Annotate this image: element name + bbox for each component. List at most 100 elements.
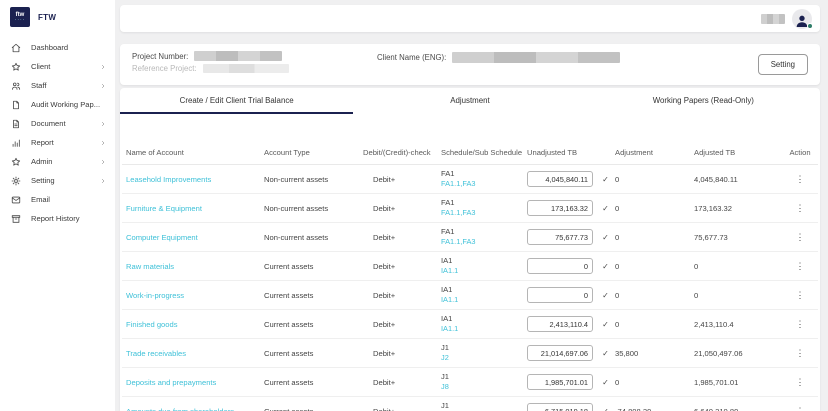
sub-schedule-link[interactable]: IA1.1	[441, 324, 458, 333]
unadjusted-tb-input[interactable]	[527, 316, 593, 332]
sub-schedule-link[interactable]: J8	[441, 382, 449, 391]
sidebar-item-staff[interactable]: Staff	[0, 76, 115, 95]
adjustment-cell: 0	[611, 252, 690, 281]
account-name-link[interactable]: Amounts due from shareholders	[126, 407, 234, 411]
sidebar-item-label: Audit Working Pap...	[31, 100, 100, 109]
adjusted-tb-cell: 173,163.32	[690, 194, 780, 223]
check-icon: ✓	[602, 262, 609, 271]
account-name-link[interactable]: Computer Equipment	[126, 233, 198, 242]
sub-schedule-link[interactable]: IA1.1	[441, 295, 458, 304]
account-type-cell: Current assets	[260, 252, 359, 281]
account-name-link[interactable]: Finished goods	[126, 320, 178, 329]
account-name-link[interactable]: Furniture & Equipment	[126, 204, 202, 213]
sidebar-item-label: Document	[31, 119, 66, 128]
account-name-link[interactable]: Leasehold Improvements	[126, 175, 211, 184]
table-row: Leasehold Improvements Non-current asset…	[122, 165, 818, 194]
sidebar-item-audit-working-pap[interactable]: Audit Working Pap...	[0, 95, 115, 114]
unadjusted-tb-cell: ✓	[523, 281, 611, 310]
account-name-link[interactable]: Trade receivables	[126, 349, 186, 358]
unadjusted-tb-input[interactable]	[527, 171, 593, 187]
table-row: Computer Equipment Non-current assets De…	[122, 223, 818, 252]
adjustment-cell: 0	[611, 194, 690, 223]
schedule-label: IA1	[441, 314, 521, 324]
row-actions-button[interactable]: ⋮	[790, 290, 811, 301]
adjusted-tb-cell: 0	[690, 281, 780, 310]
schedule-label: IA1	[441, 256, 521, 266]
logo-dots: ····	[15, 18, 26, 22]
row-actions-button[interactable]: ⋮	[790, 232, 811, 243]
account-name-link[interactable]: Raw materials	[126, 262, 174, 271]
sidebar-item-label: Staff	[31, 81, 46, 90]
unadjusted-tb-input[interactable]	[527, 374, 593, 390]
row-actions-button[interactable]: ⋮	[790, 203, 811, 214]
debit-credit-cell: Debit+	[359, 368, 437, 397]
sidebar-item-label: Report	[31, 138, 54, 147]
row-actions-button[interactable]: ⋮	[790, 348, 811, 359]
account-type-cell: Non-current assets	[260, 194, 359, 223]
sub-schedule-link[interactable]: J2	[441, 353, 449, 362]
debit-credit-cell: Debit+	[359, 223, 437, 252]
redacted-project-number	[194, 51, 282, 61]
schedule-cell: FA1 FA1.1,FA3	[437, 165, 523, 194]
row-actions-button[interactable]: ⋮	[790, 406, 811, 411]
unadjusted-tb-input[interactable]	[527, 345, 593, 361]
sub-schedule-link[interactable]: FA1.1,FA3	[441, 237, 476, 246]
unadjusted-tb-input[interactable]	[527, 287, 593, 303]
user-avatar[interactable]	[792, 9, 812, 29]
sidebar-item-document[interactable]: Document	[0, 114, 115, 133]
sub-schedule-link[interactable]: FA1.1,FA3	[441, 208, 476, 217]
account-type-cell: Non-current assets	[260, 223, 359, 252]
unadjusted-tb-cell: ✓	[523, 368, 611, 397]
schedule-cell: IA1 IA1.1	[437, 252, 523, 281]
col-unadjusted-tb: Unadjusted TB	[523, 142, 611, 165]
sub-schedule-link[interactable]: IA1.1	[441, 266, 458, 275]
tab-adjustment[interactable]: Adjustment	[353, 88, 586, 114]
redacted-client-name	[452, 52, 620, 63]
check-icon: ✓	[602, 378, 609, 387]
tab-working-papers[interactable]: Working Papers (Read-Only)	[587, 88, 820, 114]
account-name-link[interactable]: Work-in-progress	[126, 291, 184, 300]
brand[interactable]: ftw ···· FTW	[0, 0, 115, 34]
sidebar-item-report-history[interactable]: Report History	[0, 209, 115, 228]
unadjusted-tb-input[interactable]	[527, 229, 593, 245]
sidebar-item-dashboard[interactable]: Dashboard	[0, 38, 115, 57]
sidebar-item-client[interactable]: Client	[0, 57, 115, 76]
sub-schedule-link[interactable]: FA1.1,FA3	[441, 179, 476, 188]
setting-button[interactable]: Setting	[758, 54, 808, 75]
row-actions-button[interactable]: ⋮	[790, 261, 811, 272]
sidebar-item-email[interactable]: Email	[0, 190, 115, 209]
unadjusted-tb-input[interactable]	[527, 200, 593, 216]
sidebar-item-admin[interactable]: Admin	[0, 152, 115, 171]
adjusted-tb-cell: 4,045,840.11	[690, 165, 780, 194]
row-actions-button[interactable]: ⋮	[790, 174, 811, 185]
adjusted-tb-cell: 75,677.73	[690, 223, 780, 252]
client-name-label: Client Name (ENG):	[377, 53, 446, 62]
schedule-cell: J1 J2	[437, 339, 523, 368]
sidebar-item-label: Client	[31, 62, 50, 71]
chart-icon	[11, 138, 21, 148]
account-name-link[interactable]: Deposits and prepayments	[126, 378, 216, 387]
sidebar-item-setting[interactable]: Setting	[0, 171, 115, 190]
sidebar-item-label: Report History	[31, 214, 80, 223]
trial-balance-table: Name of Account Account Type Debit/(Cred…	[122, 142, 818, 411]
star-icon	[11, 157, 21, 167]
unadjusted-tb-cell: ✓	[523, 252, 611, 281]
row-actions-button[interactable]: ⋮	[790, 319, 811, 330]
chevron-right-icon	[100, 121, 106, 127]
row-actions-button[interactable]: ⋮	[790, 377, 811, 388]
tab-create-edit-trial-balance[interactable]: Create / Edit Client Trial Balance	[120, 88, 353, 114]
account-type-cell: Current assets	[260, 368, 359, 397]
sidebar: ftw ···· FTW Dashboard Client Staff Audi…	[0, 0, 115, 411]
adjustment-cell: 35,800	[611, 339, 690, 368]
star-icon	[11, 62, 21, 72]
unadjusted-tb-input[interactable]	[527, 403, 593, 411]
sidebar-item-report[interactable]: Report	[0, 133, 115, 152]
adjustment-cell: 0	[611, 223, 690, 252]
account-type-cell: Non-current assets	[260, 165, 359, 194]
unadjusted-tb-input[interactable]	[527, 258, 593, 274]
debit-credit-cell: Debit+	[359, 310, 437, 339]
col-debit-credit-check: Debit/(Credit)-check	[359, 142, 437, 165]
col-name-of-account: Name of Account	[122, 142, 260, 165]
chevron-right-icon	[100, 64, 106, 70]
schedule-cell: J1 LX1,LX4	[437, 397, 523, 411]
